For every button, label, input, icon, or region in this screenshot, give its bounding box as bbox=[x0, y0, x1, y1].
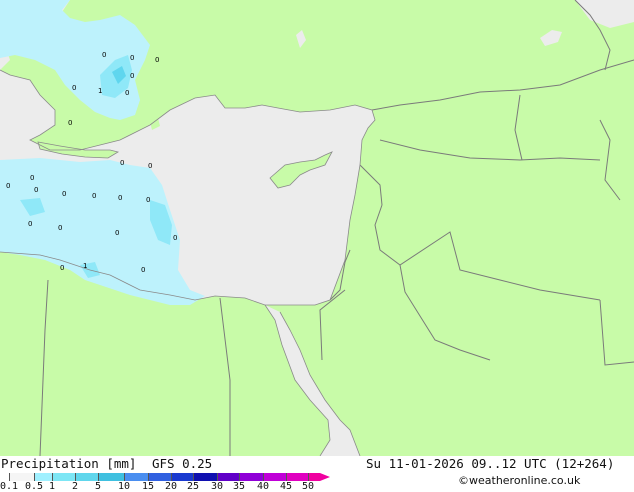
scale-swatch bbox=[263, 473, 286, 481]
scale-tick-label: 5 bbox=[94, 481, 102, 492]
point-value-label: 0 bbox=[115, 229, 119, 237]
scale-tick-label: 1 bbox=[48, 481, 56, 492]
scale-swatch bbox=[124, 473, 148, 481]
point-value-label: 0 bbox=[6, 182, 10, 190]
scale-tick-label: 0.1 bbox=[0, 481, 19, 492]
scale-swatch bbox=[75, 473, 98, 481]
point-value-label: 0 bbox=[118, 194, 122, 202]
scale-swatch bbox=[217, 473, 239, 481]
scale-tick-label: 50 bbox=[301, 481, 315, 492]
point-value-label: 0 bbox=[72, 84, 76, 92]
legend-panel: Precipitation [mm] GFS 0.25 Su 11-01-202… bbox=[0, 456, 634, 492]
precipitation-color-scale bbox=[5, 473, 330, 481]
valid-time: Su 11-01-2026 09..12 UTC (12+264) bbox=[366, 456, 615, 471]
point-value-label: 0 bbox=[173, 234, 177, 242]
map-title: Precipitation [mm] bbox=[1, 456, 137, 471]
point-value-label: 0 bbox=[68, 119, 72, 127]
point-value-label: 0 bbox=[148, 162, 152, 170]
point-value-label: 0 bbox=[28, 220, 32, 228]
scale-tick-label: 10 bbox=[117, 481, 131, 492]
scale-tick-label: 20 bbox=[164, 481, 178, 492]
scale-swatch bbox=[9, 473, 34, 481]
scale-swatch bbox=[98, 473, 124, 481]
point-value-label: 0 bbox=[130, 72, 134, 80]
point-value-label: 0 bbox=[102, 51, 106, 59]
map-canvas: 0 0 010000 00 0 0 0 0 00 0001 0000 bbox=[0, 0, 634, 457]
scale-tick-label: 40 bbox=[256, 481, 270, 492]
precipitation-map: 000100000000000000010000 bbox=[0, 0, 634, 457]
model-name: GFS 0.25 bbox=[152, 456, 213, 471]
scale-tick-label: 45 bbox=[279, 481, 293, 492]
scale-swatch bbox=[193, 473, 217, 481]
scale-swatch bbox=[148, 473, 171, 481]
point-value-label: 1 bbox=[83, 262, 87, 270]
point-value-label: 0 bbox=[60, 264, 64, 272]
point-value-label: 1 bbox=[98, 87, 102, 95]
scale-swatch bbox=[286, 473, 308, 481]
scale-tick-label: 0.5 bbox=[24, 481, 44, 492]
point-value-label: 0 bbox=[34, 186, 38, 194]
scale-tick-label: 2 bbox=[71, 481, 79, 492]
point-value-label: 0 bbox=[92, 192, 96, 200]
point-value-label: 0 bbox=[130, 54, 134, 62]
point-value-label: 0 bbox=[58, 224, 62, 232]
point-value-label: 0 bbox=[141, 266, 145, 274]
point-value-label: 0 bbox=[30, 174, 34, 182]
scale-swatch bbox=[52, 473, 75, 481]
point-value-label: 0 bbox=[125, 89, 129, 97]
scale-swatch bbox=[171, 473, 193, 481]
point-value-label: 0 bbox=[62, 190, 66, 198]
scale-tick-label: 15 bbox=[141, 481, 155, 492]
scale-tick-label: 25 bbox=[186, 481, 200, 492]
credit-text: ©weatheronline.co.uk bbox=[458, 474, 581, 487]
scale-arrow-icon bbox=[320, 473, 330, 481]
point-value-label: 0 bbox=[120, 159, 124, 167]
scale-swatch bbox=[308, 473, 320, 481]
scale-tick-label: 30 bbox=[210, 481, 224, 492]
point-value-label: 0 bbox=[146, 196, 150, 204]
scale-swatch bbox=[34, 473, 52, 481]
scale-swatch bbox=[239, 473, 263, 481]
scale-tick-label: 35 bbox=[232, 481, 246, 492]
point-value-label: 0 bbox=[155, 56, 159, 64]
